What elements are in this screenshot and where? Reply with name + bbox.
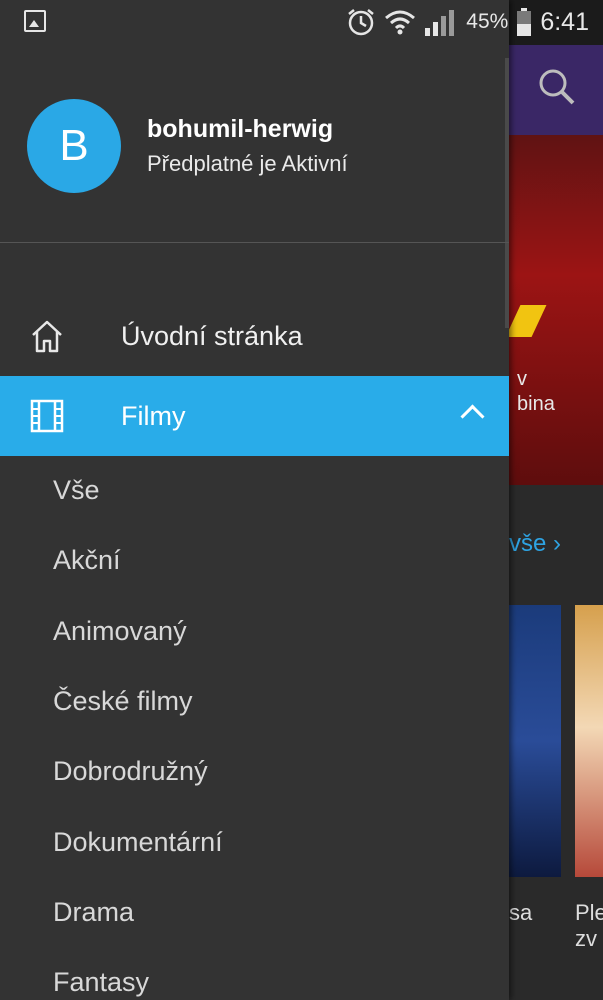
alarm-icon [348,9,375,36]
signal-icon [425,10,455,36]
movie-title-line: zv [575,926,597,951]
movie-title: sa [509,900,533,925]
see-all-link[interactable]: vše › [509,530,561,558]
banner-text-line2: bina [517,393,555,415]
navigation-drawer: B bohumil-herwig Předplatné je Aktivní Ú… [0,0,509,1000]
battery-percent: 45% [466,10,509,33]
movie-title-line: Ple [575,900,603,925]
movie-title: Ple zv [575,900,603,952]
nav-item-label: Úvodní stránka [121,320,303,351]
nav-item-films[interactable]: Filmy [0,376,509,456]
film-icon [30,399,64,433]
category-item-action[interactable]: Akční [53,545,121,576]
chevron-up-icon[interactable] [460,404,485,429]
scrollbar[interactable] [505,58,509,328]
subscription-status: Předplatné je Aktivní [147,151,348,176]
category-item-drama[interactable]: Drama [53,897,134,928]
image-notification-icon [24,10,46,32]
movie-poster[interactable] [509,605,561,877]
status-icons: 45% 6:41 [346,4,589,40]
category-item-documentary[interactable]: Dokumentární [53,827,223,858]
nav-item-home[interactable]: Úvodní stránka [0,296,509,376]
nav-item-label: Filmy [121,400,186,431]
category-item-animated[interactable]: Animovaný [53,616,187,647]
status-bar: 45% 6:41 [0,0,603,45]
background-app: v bina vše › sa Ple zv [505,0,603,1000]
wifi-icon [385,10,416,35]
home-icon [32,320,62,353]
username: bohumil-herwig [147,115,334,143]
category-item-czech[interactable]: České filmy [53,686,193,717]
clock: 6:41 [540,7,589,36]
divider [0,242,509,243]
banner-artwork [505,305,547,337]
movie-poster[interactable] [575,605,603,877]
featured-banner[interactable]: v bina [505,135,603,485]
battery-icon [517,8,532,36]
category-item-adventure[interactable]: Dobrodružný [53,756,208,787]
category-item-fantasy[interactable]: Fantasy [53,967,149,998]
banner-text-line1: v [517,368,527,390]
category-item-all[interactable]: Vše [53,475,100,506]
search-icon[interactable] [537,67,577,107]
avatar[interactable]: B [27,99,121,193]
app-header [509,45,603,135]
